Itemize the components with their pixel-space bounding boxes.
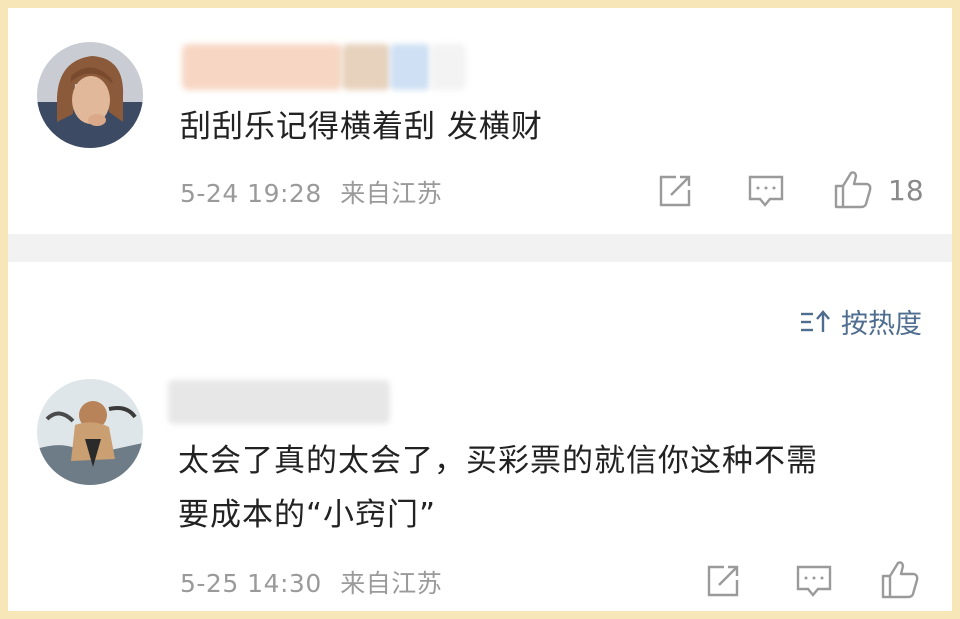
comment-text-line: 太会了真的太会了，买彩票的就信你这种不需 <box>178 443 818 479</box>
avatar[interactable] <box>37 42 143 148</box>
sort-toggle[interactable]: 按热度 <box>799 302 922 341</box>
section-divider <box>8 234 952 262</box>
like-count: 18 <box>888 174 924 207</box>
comment-meta: 5-25 14:30 来自江苏 <box>180 564 442 600</box>
comment-text: 太会了真的太会了，买彩票的就信你这种不需 要成本的“小窍门” <box>178 434 818 542</box>
username-blurred[interactable] <box>180 42 470 92</box>
share-icon <box>659 175 691 207</box>
comment-feed: 刮刮乐记得横着刮 发横财 5-24 19:28 来自江苏 18 按热度 太会了真… <box>8 8 952 611</box>
comment-card: 刮刮乐记得横着刮 发横财 5-24 19:28 来自江苏 18 <box>8 8 952 234</box>
comment-icon <box>748 175 784 207</box>
comment-time: 5-24 19:28 <box>180 179 322 208</box>
username-blurred[interactable] <box>168 380 398 428</box>
share-icon <box>707 565 739 597</box>
comment-icon <box>796 565 832 597</box>
reply-button[interactable] <box>746 172 786 210</box>
sort-label: 按热度 <box>841 309 922 340</box>
reply-button[interactable] <box>794 562 834 600</box>
comment-meta: 5-24 19:28 来自江苏 <box>180 174 442 210</box>
like-button[interactable] <box>833 168 873 210</box>
like-button[interactable] <box>880 558 920 600</box>
thumbs-up-icon <box>881 561 919 599</box>
comment-card: 按热度 太会了真的太会了，买彩票的就信你这种不需 要成本的“小窍门” 5-25 … <box>8 262 952 611</box>
share-button[interactable] <box>704 562 742 600</box>
comment-time: 5-25 14:30 <box>180 569 322 598</box>
sort-icon <box>801 309 830 332</box>
comment-location: 来自江苏 <box>340 179 443 208</box>
share-button[interactable] <box>656 172 694 210</box>
comment-location: 来自江苏 <box>340 569 443 598</box>
comment-text: 刮刮乐记得横着刮 发横财 <box>180 109 543 145</box>
thumbs-up-icon <box>834 171 872 209</box>
comment-text-line: 要成本的“小窍门” <box>178 497 437 533</box>
avatar[interactable] <box>37 379 143 485</box>
